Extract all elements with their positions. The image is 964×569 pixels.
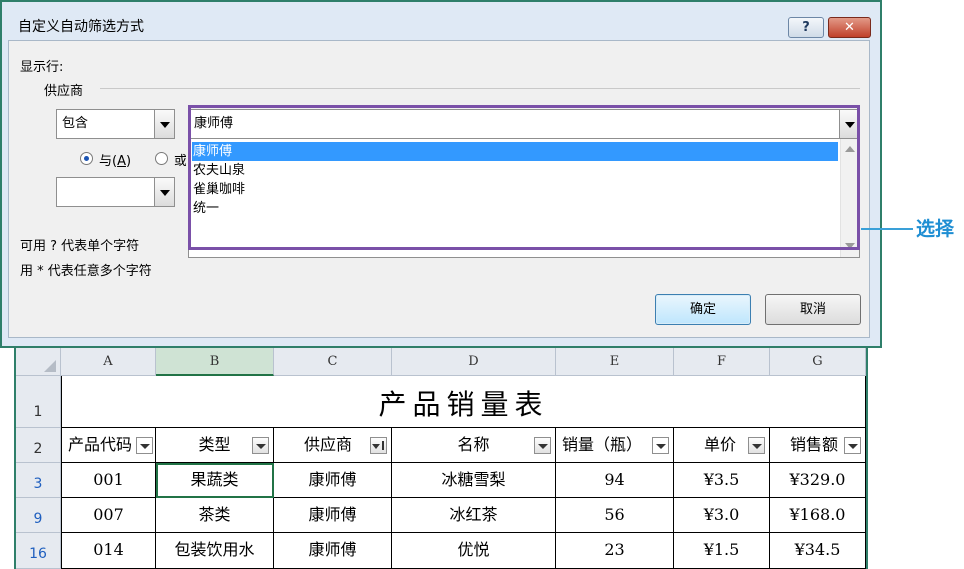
table-cell[interactable]: ¥329.0 [770, 463, 866, 498]
column-header-b[interactable]: B [156, 348, 274, 376]
table-cell[interactable]: 优悦 [392, 533, 556, 569]
header-cell[interactable]: 销售额 [770, 428, 866, 463]
field-divider [100, 88, 860, 89]
header-cell[interactable]: 销量（瓶） [556, 428, 674, 463]
column-header-d[interactable]: D [392, 348, 556, 376]
table-cell[interactable]: 冰糖雪梨 [392, 463, 556, 498]
show-rows-label: 显示行: [20, 60, 64, 75]
table-cell[interactable]: 23 [556, 533, 674, 569]
table-cell[interactable]: 001 [61, 463, 156, 498]
operator1-select[interactable]: 包含 [56, 109, 175, 139]
header-cell[interactable]: 名称 [392, 428, 556, 463]
filter-button[interactable] [252, 437, 269, 454]
or-radio-label: 或 [174, 154, 186, 169]
header-label: 产品代码 [68, 435, 133, 454]
cancel-button[interactable]: 取消 [765, 294, 861, 325]
table-cell[interactable]: 包装饮用水 [156, 533, 274, 569]
filter-button[interactable] [534, 437, 551, 454]
column-header-g[interactable]: G [770, 348, 866, 376]
help-button[interactable]: ? [788, 17, 824, 38]
filter-button[interactable] [652, 437, 669, 454]
header-label: 供应商 [304, 435, 353, 454]
filter-button[interactable] [844, 437, 861, 454]
column-header-a[interactable]: A [61, 348, 156, 376]
table-cell-selected[interactable]: 果蔬类 [156, 463, 274, 498]
close-button[interactable]: ✕ [828, 17, 871, 38]
row-header[interactable]: 3 [16, 463, 61, 498]
header-label: 名称 [457, 435, 490, 454]
or-radio[interactable] [155, 152, 168, 165]
table-cell[interactable]: 冰红茶 [392, 498, 556, 533]
row-header[interactable]: 9 [16, 498, 61, 533]
header-label: 单价 [704, 435, 737, 454]
chevron-down-icon[interactable] [154, 178, 174, 206]
filter-active-icon[interactable] [370, 437, 387, 454]
filter-button[interactable] [748, 437, 765, 454]
row-header[interactable]: 1 [16, 376, 61, 428]
select-all-corner[interactable] [16, 348, 61, 376]
table-cell[interactable]: 56 [556, 498, 674, 533]
table-cell[interactable]: 康师傅 [274, 498, 392, 533]
header-label: 类型 [198, 435, 231, 454]
field-name-label: 供应商 [44, 84, 84, 99]
callout-line [861, 228, 913, 230]
table-cell[interactable]: 康师傅 [274, 463, 392, 498]
column-header-f[interactable]: F [674, 348, 770, 376]
sheet-title-cell[interactable]: 产品销量表 [61, 376, 866, 428]
header-cell[interactable]: 单价 [674, 428, 770, 463]
table-cell[interactable]: 茶类 [156, 498, 274, 533]
and-radio-label: 与(A) [99, 154, 132, 169]
operator1-value: 包含 [62, 116, 89, 131]
table-cell[interactable]: ¥3.5 [674, 463, 770, 498]
chevron-down-icon[interactable] [154, 110, 174, 138]
table-cell[interactable]: ¥1.5 [674, 533, 770, 569]
table-cell[interactable]: 014 [61, 533, 156, 569]
callout-label: 选择 [916, 218, 955, 240]
header-label: 销量（瓶） [562, 435, 643, 454]
table-cell[interactable]: ¥3.0 [674, 498, 770, 533]
and-radio[interactable] [80, 152, 93, 165]
ok-button[interactable]: 确定 [655, 294, 751, 325]
header-cell[interactable]: 供应商 [274, 428, 392, 463]
selection-highlight-box [188, 105, 860, 250]
column-header-e[interactable]: E [556, 348, 674, 376]
table-cell[interactable]: ¥168.0 [770, 498, 866, 533]
row-header[interactable]: 2 [16, 428, 61, 463]
header-label: 销售额 [790, 435, 839, 454]
wildcard-hint-multi: 用 * 代表任意多个字符 [20, 264, 152, 279]
wildcard-hint-single: 可用 ? 代表单个字符 [20, 239, 140, 254]
table-cell[interactable]: ¥34.5 [770, 533, 866, 569]
row-header[interactable]: 16 [16, 533, 61, 569]
filter-button[interactable] [136, 437, 153, 454]
operator2-select[interactable] [56, 177, 175, 207]
dialog-title: 自定义自动筛选方式 [18, 19, 144, 35]
spreadsheet: A B C D E F G 1 2 3 9 16 产品销量表 产品代码 类型 供… [14, 348, 868, 569]
table-cell[interactable]: 94 [556, 463, 674, 498]
corner-triangle-icon [44, 360, 56, 372]
header-cell[interactable]: 类型 [156, 428, 274, 463]
table-cell[interactable]: 007 [61, 498, 156, 533]
header-cell[interactable]: 产品代码 [61, 428, 156, 463]
table-cell[interactable]: 康师傅 [274, 533, 392, 569]
column-header-c[interactable]: C [274, 348, 392, 376]
